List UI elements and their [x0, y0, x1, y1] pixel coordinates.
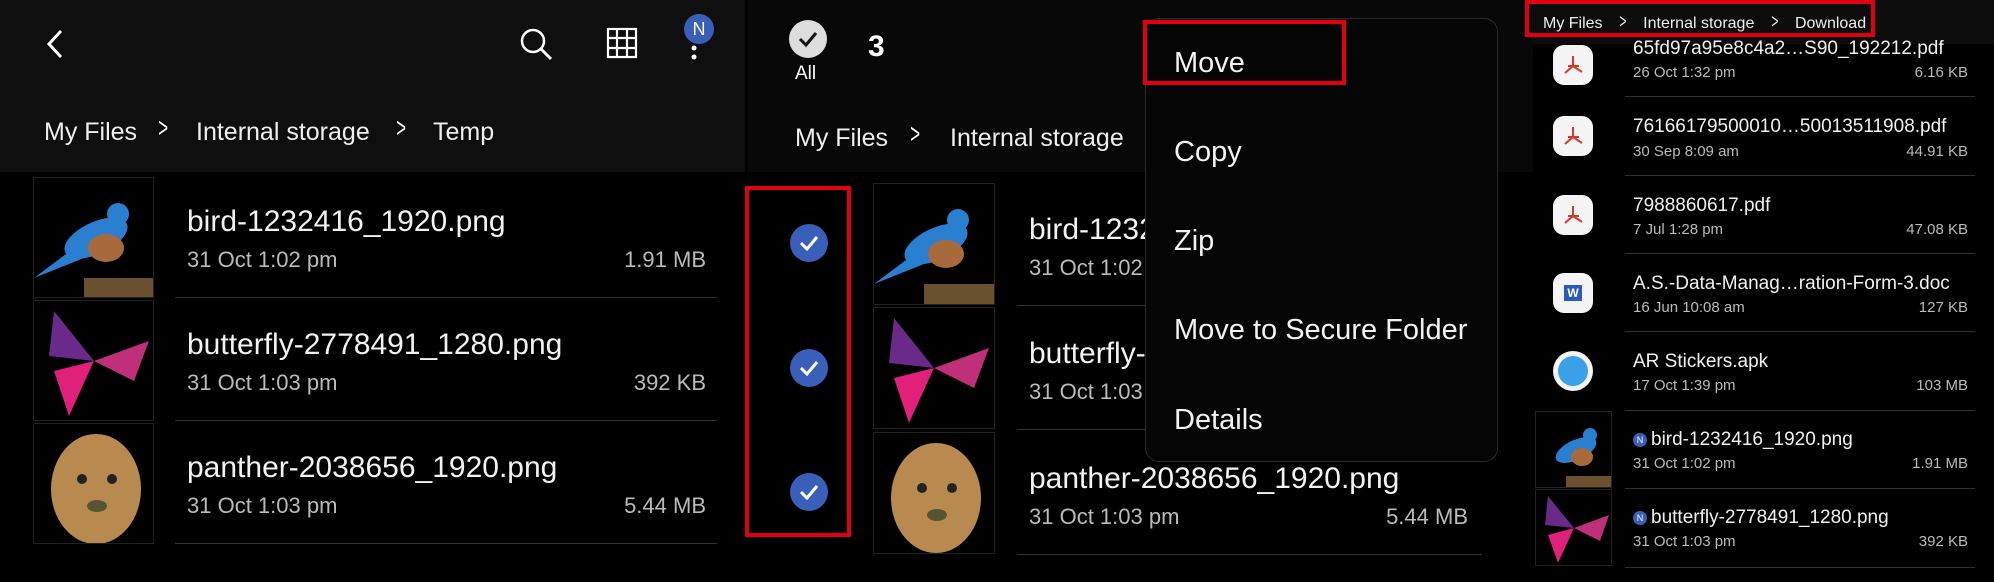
divider [1625, 331, 1975, 332]
breadcrumb-internal-storage[interactable]: Internal storage [1643, 15, 1754, 32]
pdf-icon [1553, 195, 1593, 235]
new-badge: N [1633, 432, 1647, 447]
file-name: panther-2038656_1920.png [187, 451, 558, 484]
file-name: Nbird-1232416_1920.png [1633, 429, 1853, 451]
file-size: 392 KB [633, 370, 706, 395]
divider [175, 297, 717, 298]
divider [175, 543, 717, 544]
pdf-icon [1553, 116, 1593, 156]
file-size: 44.91 KB [1906, 143, 1968, 160]
divider [1625, 175, 1975, 176]
new-notification-badge: N [684, 14, 714, 44]
file-date: 7 Jul 1:28 pm [1633, 221, 1724, 238]
divider [1625, 96, 1975, 97]
bird-thumbnail [1535, 411, 1612, 488]
file-size: 1.91 MB [1912, 455, 1968, 472]
breadcrumb-internal-storage[interactable]: Internal storage [196, 118, 370, 147]
file-name: Nbutterfly-2778491_1280.png [1633, 507, 1889, 529]
file-date: 30 Sep 8:09 am [1633, 143, 1739, 160]
file-name: 7988860617.pdf [1633, 195, 1771, 216]
grid-view-icon[interactable] [606, 27, 638, 59]
selected-count: 3 [868, 30, 885, 63]
chevron-right-icon: > [1771, 11, 1779, 33]
divider [175, 420, 717, 421]
pdf-icon [1553, 45, 1593, 85]
back-icon[interactable] [44, 28, 66, 60]
select-all-checkbox[interactable] [789, 20, 827, 58]
divider [1017, 554, 1482, 555]
chevron-right-icon: > [158, 112, 169, 143]
file-date: 31 Oct 1:02 pm [1633, 455, 1736, 472]
divider [1625, 488, 1975, 489]
select-all-label: All [795, 63, 817, 84]
checkbox-checked[interactable] [790, 349, 828, 387]
file-name: A.S.-Data-Manag…ration-Form-3.doc [1633, 273, 1950, 294]
file-date: 31 Oct 1:03 pm [187, 493, 338, 518]
file-date: 31 Oct 1:03 pm [187, 370, 338, 395]
butterfly-thumbnail [873, 307, 995, 429]
breadcrumb-my-files[interactable]: My Files [1543, 15, 1603, 32]
file-name: bird-1232416_1920.png [187, 205, 506, 238]
file-size: 5.44 MB [624, 493, 706, 518]
file-name: butterfly-2778491_1280.png [187, 328, 563, 361]
divider [1625, 253, 1975, 254]
new-badge: N [1633, 510, 1647, 525]
file-name-text: butterfly-2778491_1280.png [1651, 507, 1889, 528]
menu-item-details[interactable]: Details [1174, 404, 1263, 437]
breadcrumb-my-files[interactable]: My Files [795, 124, 888, 153]
breadcrumb-temp: Temp [433, 118, 495, 146]
butterfly-thumbnail [1535, 489, 1612, 566]
file-size: 392 KB [1918, 533, 1968, 550]
divider [1625, 567, 1975, 568]
file-date: 16 Jun 10:08 am [1633, 299, 1745, 316]
menu-item-move-to-secure-folder[interactable]: Move to Secure Folder [1174, 314, 1467, 347]
file-date: 31 Oct 1:02 pm [187, 247, 338, 272]
file-size: 5.44 MB [1386, 504, 1468, 529]
file-size: 6.16 KB [1914, 64, 1968, 81]
file-size: 47.08 KB [1906, 221, 1968, 238]
word-doc-icon: W [1553, 273, 1593, 313]
butterfly-thumbnail [33, 300, 154, 421]
search-icon[interactable] [518, 26, 554, 62]
divider [1625, 410, 1975, 411]
more-options-icon[interactable] [690, 44, 698, 60]
file-name: AR Stickers.apk [1633, 351, 1769, 372]
chevron-right-icon: > [910, 118, 921, 149]
file-date: 31 Oct 1:03 pm [1029, 504, 1180, 529]
panther-thumbnail [873, 432, 995, 554]
file-size: 103 MB [1916, 377, 1968, 394]
chevron-right-icon: > [396, 112, 407, 143]
panther-thumbnail [33, 423, 154, 544]
move-highlight [1143, 20, 1346, 85]
file-name: 65fd97a95e8c4a2…S90_192212.pdf [1633, 38, 1944, 59]
bird-thumbnail [33, 177, 154, 298]
breadcrumb-internal-storage[interactable]: Internal storage [950, 124, 1124, 153]
menu-item-copy[interactable]: Copy [1174, 136, 1242, 169]
file-name-text: bird-1232416_1920.png [1651, 429, 1853, 450]
file-size: 127 KB [1918, 299, 1968, 316]
file-size: 1.91 MB [624, 247, 706, 272]
breadcrumb-my-files[interactable]: My Files [44, 118, 137, 147]
chevron-right-icon: > [1619, 11, 1627, 33]
checkbox-checked[interactable] [790, 224, 828, 262]
menu-item-zip[interactable]: Zip [1174, 225, 1214, 258]
checkbox-checked[interactable] [790, 473, 828, 511]
file-name: panther-2038656_1920.png [1029, 462, 1400, 495]
bird-thumbnail [873, 183, 995, 305]
file-date: 17 Oct 1:39 pm [1633, 377, 1736, 394]
file-date: 31 Oct 1:03 pm [1633, 533, 1736, 550]
breadcrumb-download: Download [1794, 15, 1867, 32]
file-date: 26 Oct 1:32 pm [1633, 64, 1736, 81]
destination-breadcrumb: My Files > Internal storage > Download [1525, 0, 1875, 37]
apk-icon [1553, 351, 1593, 391]
file-name: 76166179500010…50013511908.pdf [1633, 116, 1947, 137]
